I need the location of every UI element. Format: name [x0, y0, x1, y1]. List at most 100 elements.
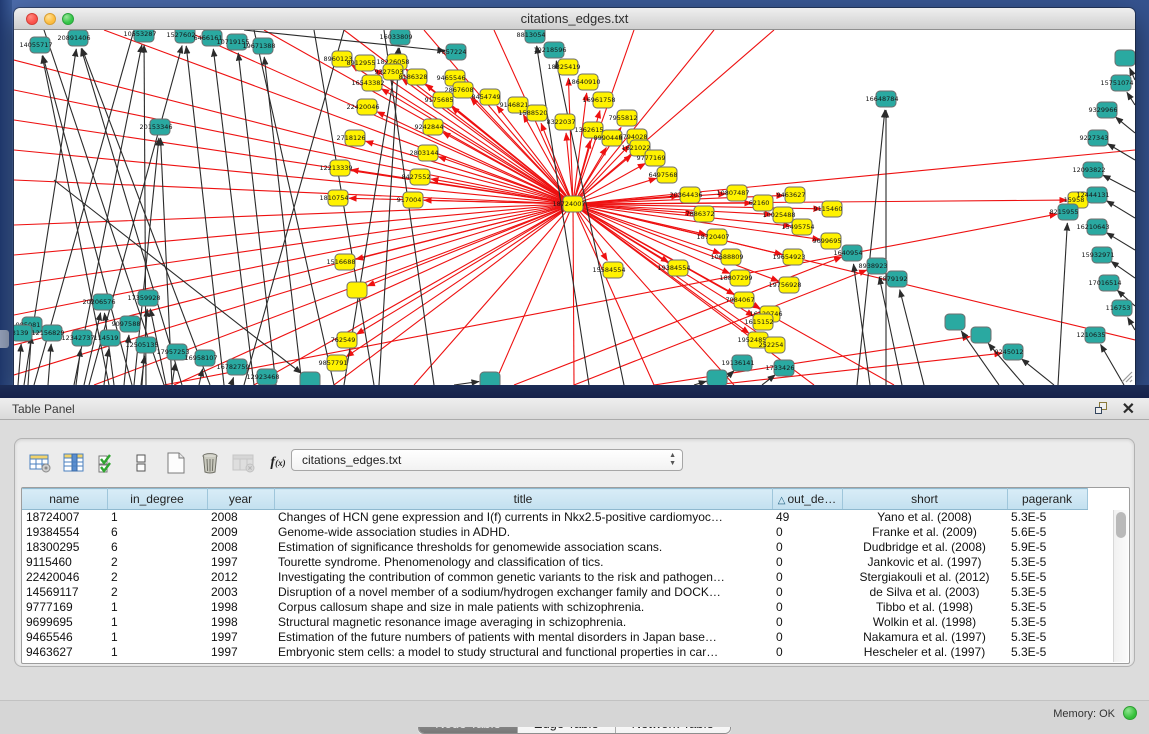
graph-edge[interactable] [199, 369, 203, 385]
graph-node[interactable]: 762549 [331, 332, 357, 348]
graph-edge[interactable] [1022, 359, 1054, 385]
graph-node[interactable]: 9115460 [814, 201, 843, 217]
graph-edge[interactable] [186, 46, 224, 385]
graph-edge[interactable] [366, 141, 573, 204]
table-row[interactable]: 1872400712008Changes of HCN gene express… [22, 510, 1087, 525]
table-row[interactable]: 969969511998Structural magnetic resonanc… [22, 615, 1087, 630]
graph-edge[interactable] [164, 214, 1057, 385]
graph-node[interactable]: 16961758 [582, 92, 615, 108]
graph-node[interactable]: 9329966 [1089, 102, 1118, 118]
graph-edge[interactable] [573, 204, 574, 385]
graph-edge[interactable] [1128, 317, 1135, 330]
graph-node[interactable]: 19384554 [657, 260, 690, 276]
graph-node[interactable]: 16543382 [351, 75, 384, 91]
graph-node[interactable]: 2803144 [410, 145, 439, 161]
close-panel-icon[interactable]: ✕ [1122, 399, 1135, 419]
graph-node[interactable]: 8813054 [517, 30, 546, 43]
network-canvas[interactable]: 1872400789601238912955182260589327503818… [14, 30, 1135, 385]
graph-edge[interactable] [573, 30, 714, 204]
graph-node[interactable]: 12342737 [61, 330, 94, 346]
graph-node[interactable]: 2718126 [337, 130, 366, 146]
graph-node[interactable]: 10553287 [123, 30, 156, 42]
graph-edge[interactable] [900, 290, 924, 385]
graph-node[interactable]: 19136141 [721, 355, 754, 371]
graph-node[interactable]: 22420046 [346, 99, 379, 115]
graph-edge[interactable] [1116, 117, 1136, 133]
graph-node[interactable]: 1733426 [766, 360, 795, 376]
function-builder-icon[interactable]: f(x) [263, 448, 293, 478]
graph-edge[interactable] [1103, 175, 1135, 192]
graph-node[interactable]: 16210643 [1076, 219, 1109, 235]
graph-edge[interactable] [1058, 223, 1067, 385]
graph-node[interactable]: 114519 [94, 330, 120, 346]
column-header-title[interactable]: title [274, 489, 772, 510]
graph-node[interactable]: 15932971 [1081, 247, 1114, 263]
graph-node[interactable]: 9245012 [995, 344, 1024, 360]
graph-node[interactable]: 62160 [749, 195, 773, 211]
graph-node[interactable]: 7955812 [609, 110, 638, 126]
graph-node[interactable]: 16648784 [865, 91, 898, 107]
graph-node[interactable]: 9227343 [1080, 130, 1109, 146]
graph-node[interactable]: 15584554 [592, 262, 625, 278]
table-row[interactable]: 1456911722003Disruption of a novel membe… [22, 585, 1087, 600]
column-header-name[interactable]: name [22, 489, 107, 510]
show-column-icon[interactable] [59, 448, 89, 478]
float-panel-icon[interactable] [1095, 402, 1109, 416]
graph-node[interactable]: 1810754 [320, 190, 349, 206]
graph-node[interactable]: 18640910 [567, 74, 600, 90]
graph-node[interactable]: 8215955 [1050, 204, 1079, 220]
graph-node[interactable] [707, 370, 727, 385]
graph-node[interactable] [347, 282, 367, 298]
table-select-dropdown[interactable]: citations_edges.txt ▲▼ [291, 449, 683, 471]
column-header-in_degree[interactable]: in_degree [107, 489, 207, 510]
graph-node[interactable]: 9699695 [813, 233, 842, 249]
select-all-columns-icon[interactable] [93, 448, 123, 478]
graph-node[interactable]: 20891406 [57, 30, 90, 46]
graph-node[interactable]: 18720407 [696, 229, 729, 245]
table-row[interactable]: 1830029562008Estimation of significance … [22, 540, 1087, 555]
graph-node[interactable]: 7857224 [438, 44, 467, 60]
graph-edge[interactable] [14, 204, 573, 285]
table-row[interactable]: 911546021997Tourette syndrome. Phenomeno… [22, 555, 1087, 570]
graph-node[interactable]: 7984067 [726, 292, 755, 308]
table-row[interactable]: 946362711997Embryonic stem cells: a mode… [22, 645, 1087, 660]
table-row[interactable]: 946554611997Estimation of the future num… [22, 630, 1087, 645]
graph-node[interactable]: 33139 [14, 325, 32, 341]
graph-edge[interactable] [1101, 345, 1124, 385]
graph-node[interactable] [1115, 50, 1135, 66]
graph-node[interactable]: 18325419 [547, 59, 580, 75]
column-header-year[interactable]: year [207, 489, 274, 510]
graph-node[interactable]: 12213339 [319, 160, 352, 176]
graph-edge[interactable] [1106, 201, 1135, 218]
graph-edge[interactable] [1127, 92, 1135, 105]
graph-node[interactable]: 15751074 [1100, 75, 1133, 91]
graph-node[interactable] [300, 372, 320, 385]
resize-grip-icon[interactable] [1122, 372, 1132, 382]
graph-edge[interactable] [28, 336, 31, 385]
graph-edge[interactable] [254, 204, 573, 385]
table-settings-icon[interactable] [25, 448, 55, 478]
graph-node[interactable] [945, 314, 965, 330]
graph-edge[interactable] [76, 349, 81, 385]
graph-edge[interactable] [174, 204, 573, 385]
graph-edge[interactable] [14, 180, 573, 204]
unselect-all-columns-icon[interactable] [127, 448, 157, 478]
graph-node[interactable]: 917004 [397, 192, 423, 208]
graph-node[interactable] [480, 372, 500, 385]
graph-edge[interactable] [694, 381, 706, 385]
graph-node[interactable]: 16033809 [379, 30, 412, 45]
graph-edge[interactable] [14, 60, 573, 204]
graph-edge[interactable] [454, 382, 479, 385]
window-titlebar[interactable]: citations_edges.txt [14, 8, 1135, 30]
graph-node[interactable]: 9242844 [415, 119, 444, 135]
graph-node[interactable]: 17016514 [1088, 275, 1121, 291]
graph-node[interactable]: 1527602 [167, 30, 196, 43]
delete-column-icon[interactable] [195, 448, 225, 478]
table-row[interactable]: 2242004622012Investigating the contribut… [22, 570, 1087, 585]
graph-node[interactable]: 6497568 [649, 167, 678, 183]
memory-ok-indicator-icon[interactable] [1123, 706, 1137, 720]
graph-edge[interactable] [231, 377, 234, 385]
graph-node[interactable]: 10807487 [716, 185, 749, 201]
graph-edge[interactable] [172, 363, 175, 385]
graph-edge[interactable] [18, 344, 21, 385]
